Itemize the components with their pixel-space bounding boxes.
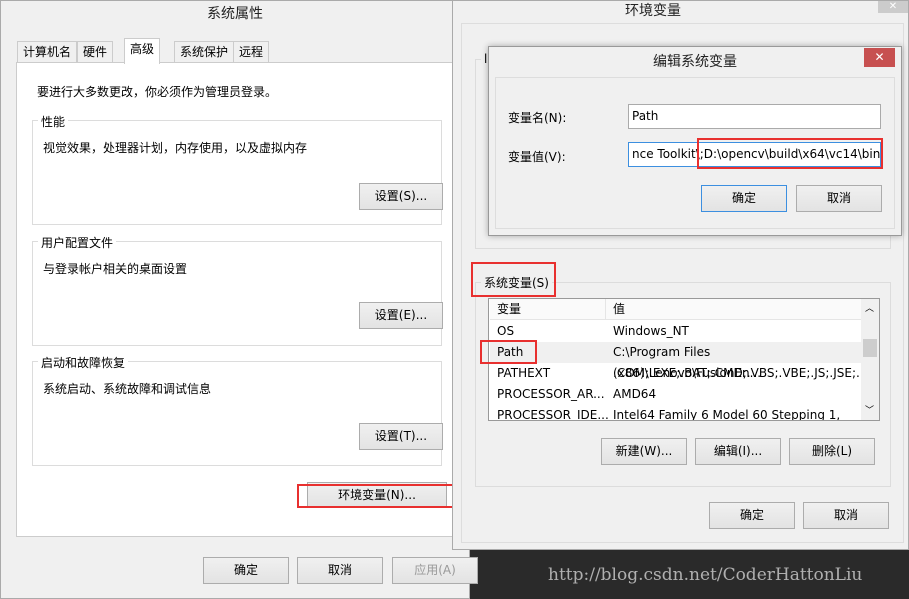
performance-label: 性能 [38,113,69,130]
system-properties-dialog: 系统属性 计算机名 硬件 高级 系统保护 远程 要进行大多数更改，你必须作为管理… [0,0,478,599]
variable-name-cell: OS [497,324,515,338]
table-row[interactable]: PROCESSOR_AR... AMD64 [490,384,861,405]
performance-group: 性能 视觉效果，处理器计划，内存使用，以及虚拟内存 设置(S)... [32,113,443,225]
highlight-path-row [480,340,537,364]
admin-note: 要进行大多数更改，你必须作为管理员登录。 [37,85,278,99]
ok-button[interactable]: 确定 [709,502,795,529]
cancel-button[interactable]: 取消 [796,185,882,212]
cancel-button[interactable]: 取消 [297,557,383,584]
variable-name-cell: PROCESSOR_AR... [497,387,605,401]
performance-desc: 视觉效果，处理器计划，内存使用，以及虚拟内存 [43,141,308,155]
highlight-env-button [297,484,471,508]
startup-desc: 系统启动、系统故障和调试信息 [43,382,212,396]
tab-advanced[interactable]: 高级 [124,38,161,64]
name-label: 变量名(N): [508,111,567,125]
profile-group: 用户配置文件 与登录帐户相关的桌面设置 设置(E)... [32,234,443,346]
watermark: http://blog.csdn.net/CoderHattonLiu [548,565,863,585]
dialog-title: 系统属性 [207,6,263,22]
value-label: 变量值(V): [508,150,566,164]
highlight-system-variables [471,262,556,297]
close-button[interactable]: ✕ [864,48,895,67]
ok-button[interactable]: 确定 [701,185,787,212]
performance-settings-button[interactable]: 设置(S)... [359,183,443,210]
table-row[interactable]: OS Windows_NT [490,321,861,342]
variable-name-cell: PROCESSOR_IDE... [497,408,609,421]
variable-name-cell: PATHEXT [497,366,551,380]
tab-system-protection[interactable]: 系统保护 [174,41,235,63]
ok-button[interactable]: 确定 [203,557,289,584]
apply-button[interactable]: 应用(A) [392,557,478,584]
profile-desc: 与登录帐户相关的桌面设置 [43,262,188,276]
tab-computer-name[interactable]: 计算机名 [17,41,78,63]
startup-settings-button[interactable]: 设置(T)... [359,423,443,450]
column-header-variable[interactable]: 变量 [497,299,521,320]
table-row[interactable]: Path C:\Program Files (x86)\Lenovo\Fusion… [490,342,861,380]
tab-hardware[interactable]: 硬件 [77,41,114,63]
variable-value-cell: AMD64 [613,387,657,401]
startup-label: 启动和故障恢复 [38,354,129,371]
column-header-value[interactable]: 值 [605,299,625,320]
tab-panel: 要进行大多数更改，你必须作为管理员登录。 性能 视觉效果，处理器计划，内存使用，… [16,62,456,537]
system-variables-group: 系统变量(S) 变量 值 OS Windows_NT Path C:\Program … [475,274,891,487]
variable-value-cell: Windows_NT [613,324,689,338]
dialog-title: 编辑系统变量 [653,54,737,70]
table-row[interactable]: PROCESSOR_IDE... Intel64 Family 6 Model 6… [490,405,861,421]
scrollbar[interactable]: ︿ ﹀ [861,299,879,420]
edit-button[interactable]: 编辑(I)... [695,438,781,465]
tab-remote[interactable]: 远程 [233,41,270,63]
variable-value-cell: .COM;.EXE;.BAT;.CMD;.VBS;.VBE;.JS;.JSE;.… [613,366,872,380]
delete-button[interactable]: 删除(L) [789,438,875,465]
highlight-opencv-path [697,138,883,169]
close-button[interactable]: ✕ [878,1,908,13]
startup-group: 启动和故障恢复 系统启动、系统故障和调试信息 设置(T)... [32,354,443,466]
scroll-thumb[interactable] [863,339,877,357]
profile-settings-button[interactable]: 设置(E)... [359,302,443,329]
table-row[interactable]: PATHEXT .COM;.EXE;.BAT;.CMD;.VBS;.VBE;.JS… [490,363,871,384]
new-button[interactable]: 新建(W)... [601,438,687,465]
list-header: 变量 值 [490,299,861,320]
variable-value-cell: Intel64 Family 6 Model 60 Stepping 1, G.… [613,408,841,421]
variable-name-input[interactable]: Path [628,104,881,129]
profile-label: 用户配置文件 [38,234,117,251]
scroll-up-icon[interactable]: ︿ [865,301,874,314]
scroll-down-icon[interactable]: ﹀ [865,403,874,416]
system-variables-list[interactable]: 变量 值 OS Windows_NT Path C:\Program Files (x… [488,298,880,421]
cancel-button[interactable]: 取消 [803,502,889,529]
